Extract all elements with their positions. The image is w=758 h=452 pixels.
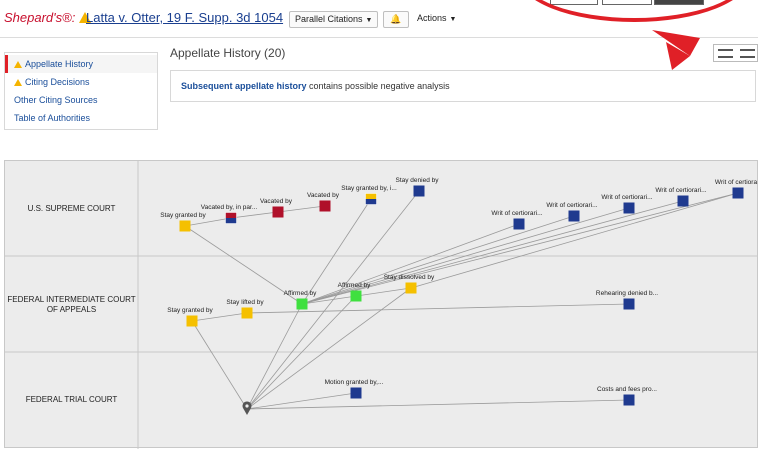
actions-label: Actions: [417, 13, 447, 23]
graph-edge: [246, 303, 303, 410]
history-node[interactable]: [179, 220, 191, 232]
bell-icon: 🔔: [390, 14, 402, 24]
history-node-label: Writ of certiora: [715, 179, 758, 186]
history-node[interactable]: [623, 202, 635, 214]
history-node-label: Vacated by: [260, 198, 293, 205]
history-node-label: Affirmed by: [338, 282, 372, 289]
graph-view-icon[interactable]: [740, 49, 755, 58]
history-node[interactable]: [241, 307, 253, 319]
origin-pin-icon[interactable]: [242, 401, 252, 415]
graph-edge: [246, 399, 630, 410]
graph-edge: [191, 320, 248, 410]
list-view-icon[interactable]: [718, 49, 733, 58]
brand-label: Shepard's®:: [4, 10, 76, 25]
graph-canvas: Stay granted byVacated by, in par...Vaca…: [5, 161, 758, 449]
history-node-label: Affirmed by: [284, 290, 318, 297]
notice-link[interactable]: Subsequent appellate history: [181, 81, 307, 91]
history-node[interactable]: [568, 210, 580, 222]
history-node-label: Writ of certiorari...: [601, 194, 652, 201]
history-node-label: Costs and fees pro...: [597, 386, 657, 393]
history-node-label: Writ of certiorari...: [491, 210, 542, 217]
history-node[interactable]: [513, 218, 525, 230]
graph-edge: [301, 215, 575, 305]
history-node-top: [365, 193, 377, 199]
page-title: Appellate History (20): [170, 46, 286, 60]
history-node[interactable]: [319, 200, 331, 212]
history-node[interactable]: [272, 206, 284, 218]
parallel-citations-button[interactable]: Parallel Citations ▼: [289, 11, 379, 28]
parallel-citations-label: Parallel Citations: [295, 14, 363, 24]
history-node-label: Writ of certiorari...: [546, 202, 597, 209]
sidebar-item-citing-decisions[interactable]: Citing Decisions: [5, 73, 157, 91]
warning-icon: [14, 61, 22, 68]
actions-menu-button[interactable]: Actions ▼: [412, 11, 461, 28]
history-node[interactable]: [186, 315, 198, 327]
graph-edge: [230, 211, 279, 219]
history-node-label: Stay granted by, i...: [341, 185, 397, 192]
history-node[interactable]: [350, 290, 362, 302]
alert-bell-button[interactable]: 🔔: [383, 11, 409, 28]
history-node-label: Stay denied by: [395, 177, 439, 184]
history-node-label: Writ of certiorari...: [655, 187, 706, 194]
history-node-label: Rehearing denied b...: [596, 290, 658, 297]
history-node-label: Stay dissolved by: [384, 274, 435, 281]
graph-edge: [246, 190, 420, 410]
history-node-bottom: [225, 218, 237, 224]
chevron-down-icon: ▼: [449, 16, 457, 23]
history-node-label: Stay granted by: [160, 212, 206, 219]
graph-edge: [184, 217, 232, 227]
sidebar-nav: Appellate History Citing Decisions Other…: [4, 52, 158, 130]
history-node[interactable]: [296, 298, 308, 310]
history-node[interactable]: [623, 298, 635, 310]
warning-icon: [14, 79, 22, 86]
history-node-top: [225, 212, 237, 218]
history-node[interactable]: [405, 282, 417, 294]
sidebar-item-label: Appellate History: [25, 59, 94, 69]
sidebar-item-label: Citing Decisions: [25, 77, 90, 87]
history-node[interactable]: [413, 185, 425, 197]
history-node[interactable]: [677, 195, 689, 207]
history-node-label: Vacated by, in par...: [201, 204, 258, 211]
sidebar-item-label: Other Citing Sources: [14, 95, 98, 105]
history-node-label: Stay granted by: [167, 307, 213, 314]
graph-edge: [191, 312, 248, 322]
sidebar-item-table-of-authorities[interactable]: Table of Authorities: [5, 109, 157, 127]
history-node[interactable]: [732, 187, 744, 199]
history-node-label: Motion granted by,...: [325, 379, 384, 386]
graph-edge: [277, 205, 326, 213]
history-node-bottom: [365, 199, 377, 205]
shepards-brand: Shepard's®:: [4, 10, 94, 25]
notice-text: contains possible negative analysis: [306, 81, 450, 91]
sidebar-item-appellate-history[interactable]: Appellate History: [5, 55, 157, 73]
history-node-label: Stay lifted by: [226, 299, 264, 306]
sidebar-item-other-citing-sources[interactable]: Other Citing Sources: [5, 91, 157, 109]
sidebar-item-label: Table of Authorities: [14, 113, 91, 123]
appellate-history-graph: U.S. SUPREME COURT FEDERAL INTERMEDIATE …: [4, 160, 758, 449]
analysis-notice: Subsequent appellate history contains po…: [170, 70, 756, 102]
history-node-label: Vacated by: [307, 192, 340, 199]
graph-edge: [246, 287, 412, 410]
case-title-link[interactable]: Latta v. Otter, 19 F. Supp. 3d 1054: [86, 10, 283, 25]
view-toggle[interactable]: [713, 44, 758, 62]
history-node[interactable]: [350, 387, 362, 399]
chevron-down-icon: ▼: [365, 17, 373, 24]
history-node[interactable]: [623, 394, 635, 406]
